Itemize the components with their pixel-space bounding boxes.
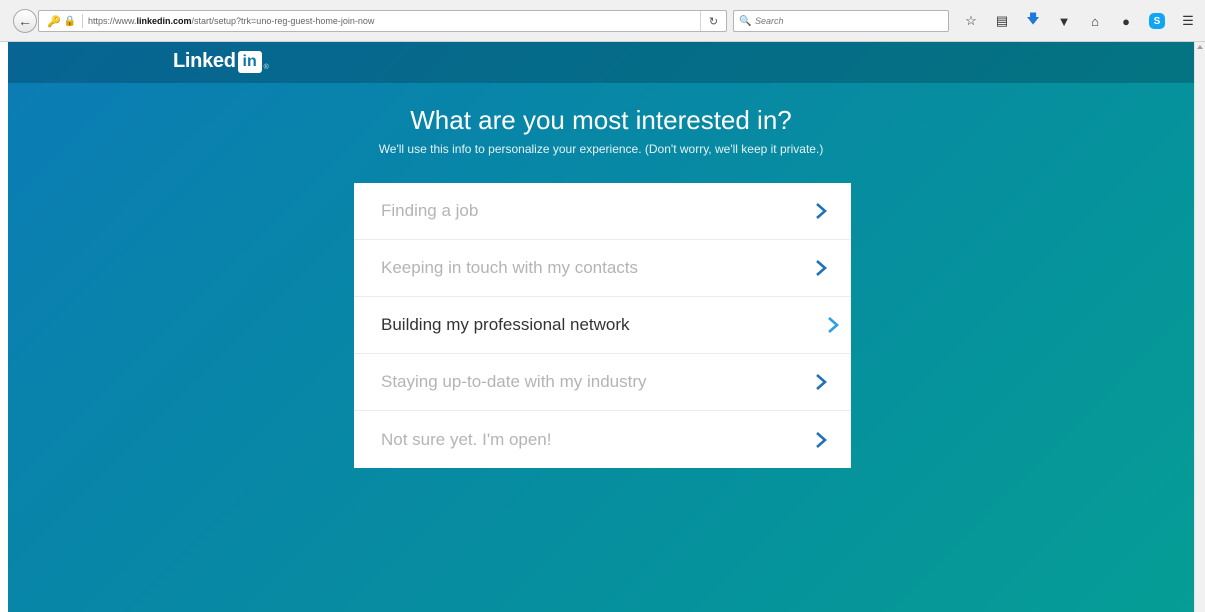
clipboard-icon[interactable]: ▤ <box>991 10 1013 32</box>
pocket-icon[interactable]: ▼ <box>1053 10 1075 32</box>
browser-toolbar: ← 🔑 🔒 https://www.linkedin.com/start/set… <box>0 0 1205 42</box>
menu-icon[interactable]: ☰ <box>1177 10 1199 32</box>
search-icon: 🔍 <box>739 15 752 27</box>
url-bar[interactable]: 🔑 🔒 https://www.linkedin.com/start/setup… <box>38 10 727 32</box>
page-title: What are you most interested in? <box>410 105 792 135</box>
url-prefix: https://www. <box>88 16 137 26</box>
home-icon[interactable]: ⌂ <box>1084 10 1106 32</box>
option-staying-up-to-date[interactable]: Staying up-to-date with my industry <box>354 354 851 411</box>
url-path: /start/setup?trk=uno-reg-guest-home-join… <box>191 16 375 26</box>
search-input[interactable] <box>753 16 933 26</box>
chat-icon[interactable]: ● <box>1115 10 1137 32</box>
toolbar-icons: ☆ ▤ 🡇 ▼ ⌂ ● S ☰ <box>960 10 1205 32</box>
logo-word: Linked <box>173 50 236 72</box>
skype-icon[interactable]: S <box>1149 13 1165 29</box>
chevron-right-icon <box>816 374 827 390</box>
key-icon[interactable]: 🔑 <box>45 15 63 28</box>
scroll-up-arrow-icon[interactable] <box>1197 45 1203 49</box>
star-icon[interactable]: ☆ <box>960 10 982 32</box>
chevron-right-icon <box>828 317 839 333</box>
back-button[interactable]: ← <box>13 9 37 33</box>
chevron-right-icon <box>816 260 827 276</box>
option-keeping-in-touch[interactable]: Keeping in touch with my contacts <box>354 240 851 297</box>
option-label: Building my professional network <box>381 315 630 334</box>
option-label: Keeping in touch with my contacts <box>381 258 639 277</box>
option-label: Not sure yet. I'm open! <box>381 429 552 449</box>
chevron-right-icon <box>816 203 827 219</box>
search-bar[interactable]: 🔍 <box>733 10 949 32</box>
url-domain: linkedin.com <box>136 16 192 26</box>
back-arrow-icon: ← <box>18 13 32 29</box>
chevron-right-icon <box>816 431 827 448</box>
url-separator <box>82 14 83 28</box>
page-viewport: Linked in ® What are you most interested… <box>8 42 1194 612</box>
option-label: Staying up-to-date with my industry <box>381 372 647 391</box>
url-text[interactable]: https://www.linkedin.com/start/setup?trk… <box>88 16 700 26</box>
option-label: Finding a job <box>381 201 479 220</box>
download-icon[interactable]: 🡇 <box>1022 10 1044 32</box>
logo-registered-mark: ® <box>263 64 269 71</box>
option-building-network[interactable]: Building my professional network <box>354 297 851 354</box>
lock-icon[interactable]: 🔒 <box>63 16 77 27</box>
linkedin-logo[interactable]: Linked in ® <box>173 50 269 73</box>
option-not-sure[interactable]: Not sure yet. I'm open! <box>354 411 851 468</box>
interest-options-list: Finding a job Keeping in touch with my c… <box>354 183 851 468</box>
page-subtitle: We'll use this info to personalize your … <box>378 142 824 156</box>
reload-icon[interactable]: ↻ <box>700 11 726 31</box>
option-finding-job[interactable]: Finding a job <box>354 183 851 240</box>
logo-box: in <box>237 50 262 73</box>
vertical-scrollbar[interactable] <box>1194 42 1205 612</box>
site-header: Linked in ® <box>8 42 1194 83</box>
